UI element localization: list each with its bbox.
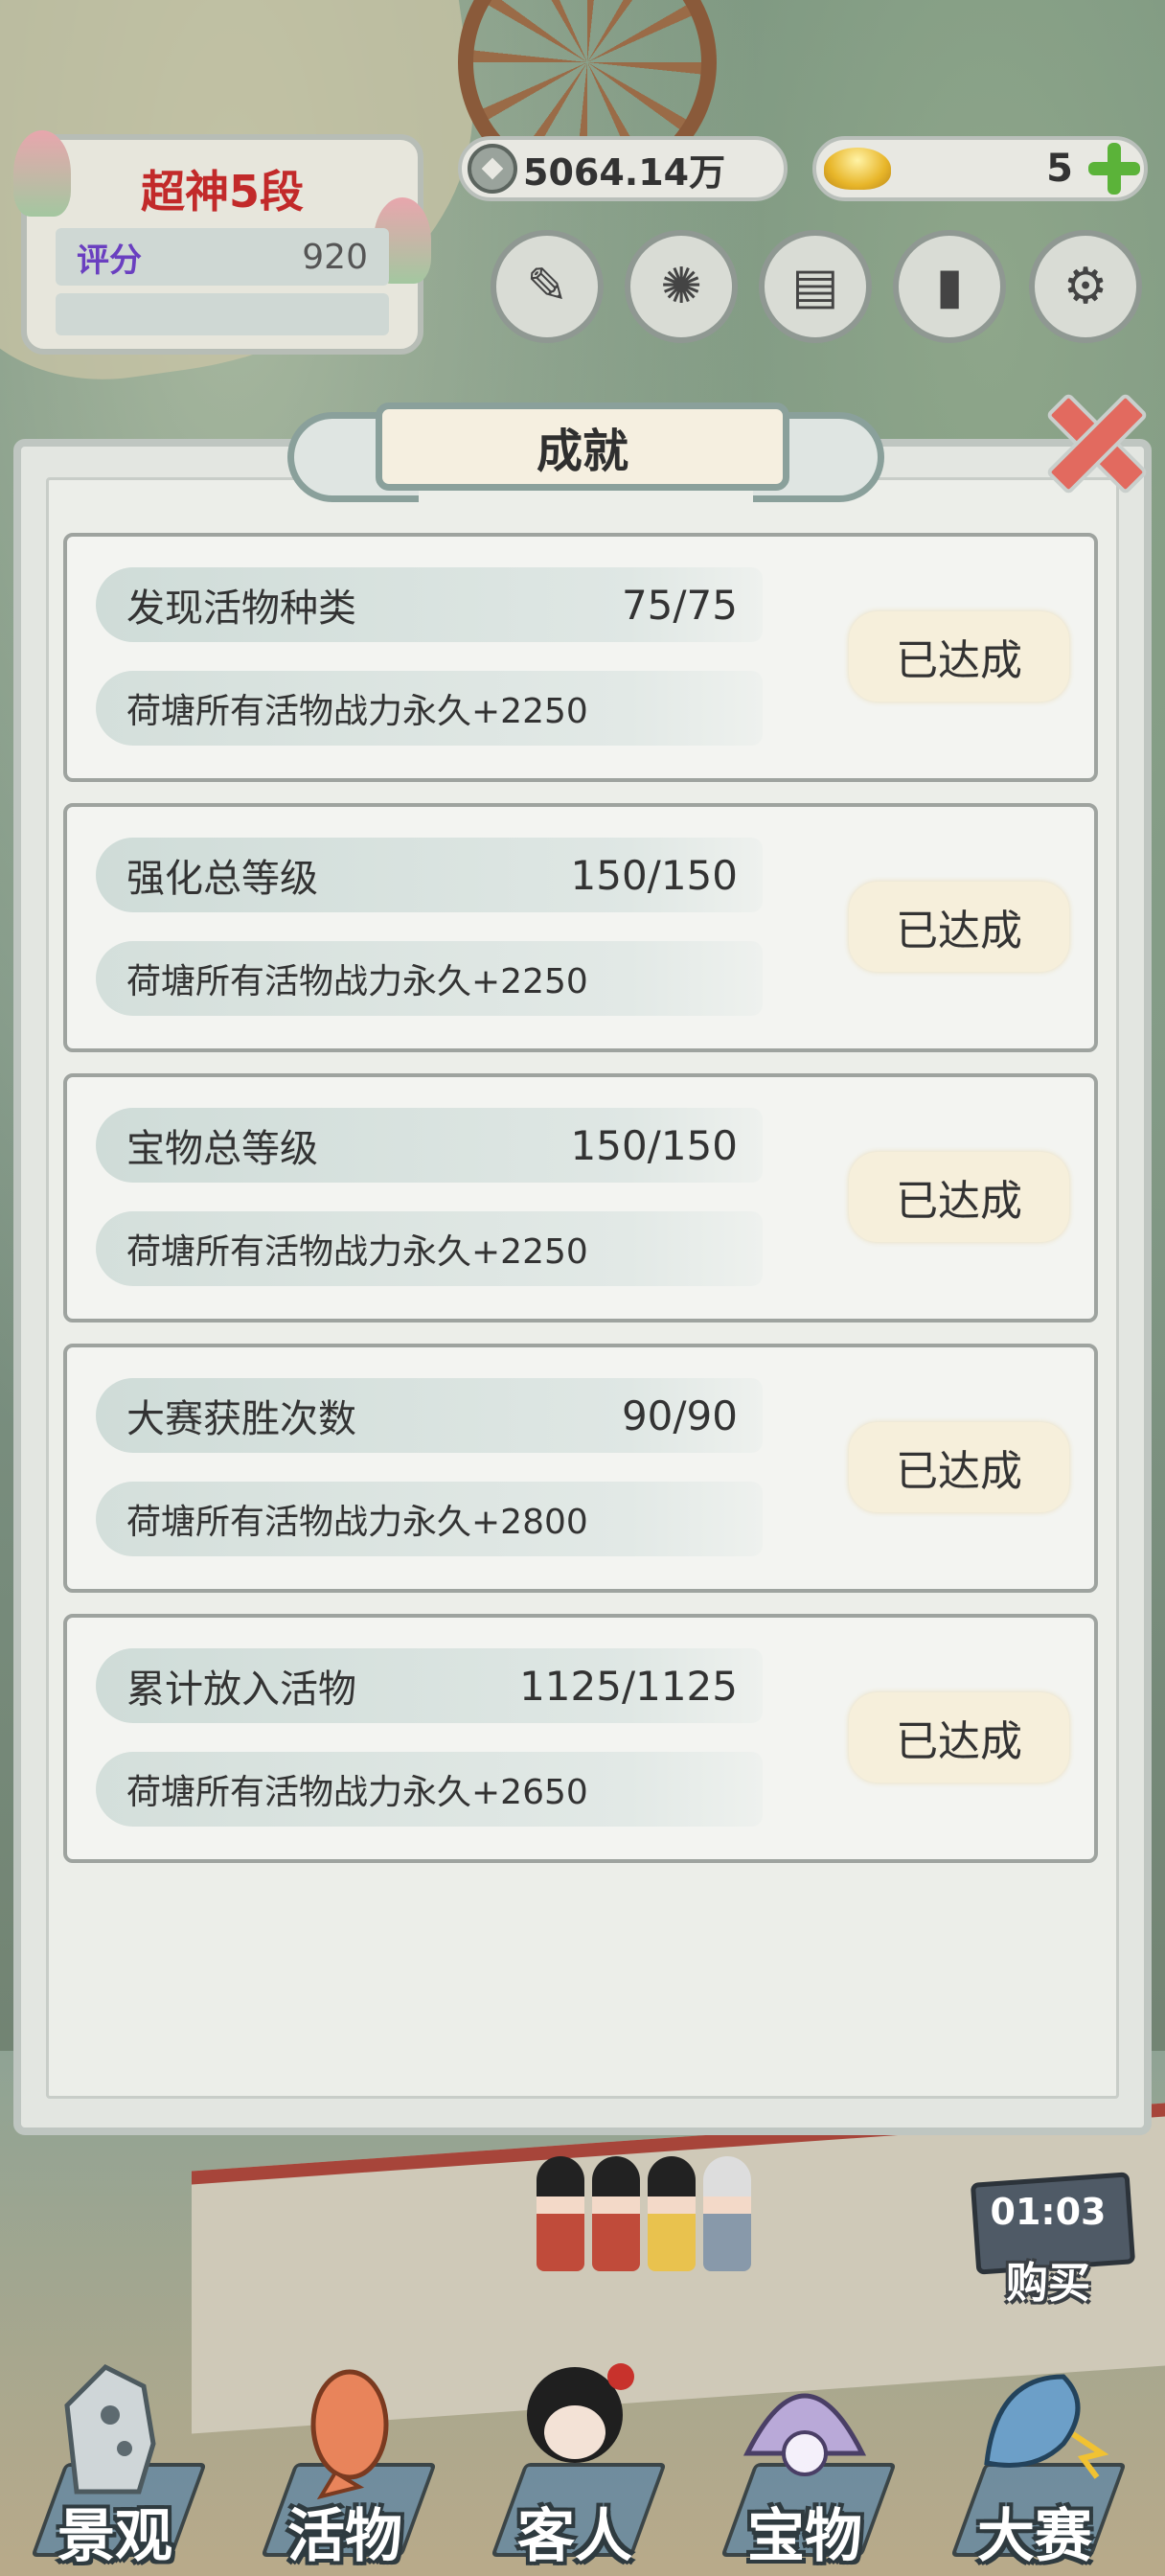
achievement-status-label: 已达成 — [896, 1177, 1022, 1226]
modal-title: 成就 — [536, 425, 628, 478]
nav-item-treasures[interactable]: 宝物 — [690, 2338, 920, 2576]
score-bar: 评分 920 — [56, 228, 389, 286]
gold-counter: 5 — [812, 136, 1148, 201]
buy-label: 购买 — [1006, 2259, 1090, 2308]
score-bar-empty — [56, 293, 389, 335]
guest-character — [648, 2156, 696, 2271]
guest-character — [537, 2156, 584, 2271]
achievement-reward-row: 荷塘所有活物战力永久+2250 — [96, 1211, 763, 1286]
achievement-progress: 150/150 — [570, 851, 738, 899]
achievement-name: 宝物总等级 — [126, 1127, 318, 1171]
achievement-reward-row: 荷塘所有活物战力永久+2250 — [96, 941, 763, 1016]
koi-fish-icon — [310, 2369, 389, 2500]
achievement-status-label: 已达成 — [896, 1717, 1022, 1766]
score-value: 920 — [302, 237, 368, 277]
achievement-goal-row: 强化总等级 150/150 — [96, 838, 763, 912]
achievement-reward: 荷塘所有活物战力永久+2250 — [126, 1232, 588, 1272]
achievement-card: 累计放入活物 1125/1125 荷塘所有活物战力永久+2650 已达成 — [63, 1614, 1098, 1863]
offer-timer: 01:03 — [990, 2191, 1107, 2233]
achievement-progress: 1125/1125 — [519, 1662, 738, 1710]
nav-label: 活物 — [287, 2503, 402, 2570]
achievement-name: 大赛获胜次数 — [126, 1397, 356, 1441]
guest-character — [703, 2156, 751, 2271]
achievement-reward: 荷塘所有活物战力永久+2250 — [126, 692, 588, 731]
gold-ingot-icon — [824, 148, 891, 190]
nav-label: 景观 — [57, 2503, 172, 2570]
copper-coin-icon — [468, 144, 517, 194]
achievement-reward-row: 荷塘所有活物战力永久+2650 — [96, 1752, 763, 1827]
guest-girl-icon — [527, 2363, 634, 2463]
achievement-name: 强化总等级 — [126, 857, 318, 901]
pearl-shell-icon — [742, 2393, 867, 2476]
achievement-card: 强化总等级 150/150 荷塘所有活物战力永久+2250 已达成 — [63, 803, 1098, 1052]
gear-icon[interactable]: ⚙ — [1029, 230, 1142, 343]
rank-panel[interactable]: 超神5段 评分 920 — [13, 130, 431, 355]
timed-offer-button[interactable]: 01:03 购买 — [960, 2156, 1136, 2308]
nav-label: 大赛 — [977, 2503, 1092, 2570]
achievement-goal-row: 发现活物种类 75/75 — [96, 567, 763, 642]
achievement-progress: 90/90 — [621, 1392, 738, 1439]
achievement-goal-row: 大赛获胜次数 90/90 — [96, 1378, 763, 1453]
achievement-reward: 荷塘所有活物战力永久+2650 — [126, 1773, 588, 1812]
rock-icon — [64, 2363, 156, 2495]
nav-item-contest[interactable]: 大赛 — [920, 2338, 1150, 2576]
nav-item-guests[interactable]: 客人 — [460, 2338, 690, 2576]
achievement-status-label: 已达成 — [896, 907, 1022, 955]
add-gold-icon[interactable] — [1086, 141, 1142, 196]
dragon-fish-icon — [984, 2374, 1109, 2479]
nav-item-creatures[interactable]: 活物 — [230, 2338, 460, 2576]
achievement-name: 发现活物种类 — [126, 586, 356, 631]
close-icon[interactable] — [1044, 391, 1150, 496]
achievement-reward: 荷塘所有活物战力永久+2250 — [126, 962, 588, 1001]
achievement-status-button[interactable]: 已达成 — [849, 1152, 1069, 1242]
achievement-reward-row: 荷塘所有活物战力永久+2250 — [96, 671, 763, 746]
achievement-progress: 75/75 — [621, 581, 738, 629]
coin-counter: 5064.14万 — [458, 136, 788, 201]
nav-item-scenery[interactable]: 景观 — [0, 2338, 230, 2576]
achievement-status-button[interactable]: 已达成 — [849, 1692, 1069, 1782]
guest-character — [592, 2156, 640, 2271]
achievement-status-button[interactable]: 已达成 — [849, 611, 1069, 702]
bottom-nav: 景观 活物 客人 宝物 大赛 — [0, 2338, 1165, 2576]
rank-title: 超神5段 — [140, 166, 304, 218]
achievement-card: 大赛获胜次数 90/90 荷塘所有活物战力永久+2800 已达成 — [63, 1344, 1098, 1593]
achievement-card: 宝物总等级 150/150 荷塘所有活物战力永久+2250 已达成 — [63, 1073, 1098, 1322]
swirl-portal-icon[interactable]: ✺ — [625, 230, 738, 343]
achievement-name: 累计放入活物 — [126, 1668, 356, 1712]
achievement-status-button[interactable]: 已达成 — [849, 1422, 1069, 1512]
score-label: 评分 — [77, 241, 142, 280]
map-scroll-icon[interactable]: ▤ — [759, 230, 872, 343]
nav-label: 客人 — [517, 2503, 632, 2570]
scroll-brush-icon[interactable]: ✎ — [491, 230, 604, 343]
modal-title-plaque: 成就 — [376, 402, 789, 491]
achievement-reward: 荷塘所有活物战力永久+2800 — [126, 1503, 588, 1542]
achievement-card: 发现活物种类 75/75 荷塘所有活物战力永久+2250 已达成 — [63, 533, 1098, 782]
nav-label: 宝物 — [747, 2503, 862, 2570]
achievement-status-label: 已达成 — [896, 636, 1022, 685]
achievement-reward-row: 荷塘所有活物战力永久+2800 — [96, 1482, 763, 1556]
achievement-status-label: 已达成 — [896, 1447, 1022, 1496]
gold-value: 5 — [1046, 147, 1073, 191]
achievement-goal-row: 宝物总等级 150/150 — [96, 1108, 763, 1183]
coin-value: 5064.14万 — [523, 150, 726, 194]
achievement-status-button[interactable]: 已达成 — [849, 882, 1069, 972]
guest-characters — [537, 2128, 786, 2271]
achievement-progress: 150/150 — [570, 1121, 738, 1169]
achievement-goal-row: 累计放入活物 1125/1125 — [96, 1648, 763, 1723]
red-book-icon[interactable]: ▮ — [893, 230, 1006, 343]
